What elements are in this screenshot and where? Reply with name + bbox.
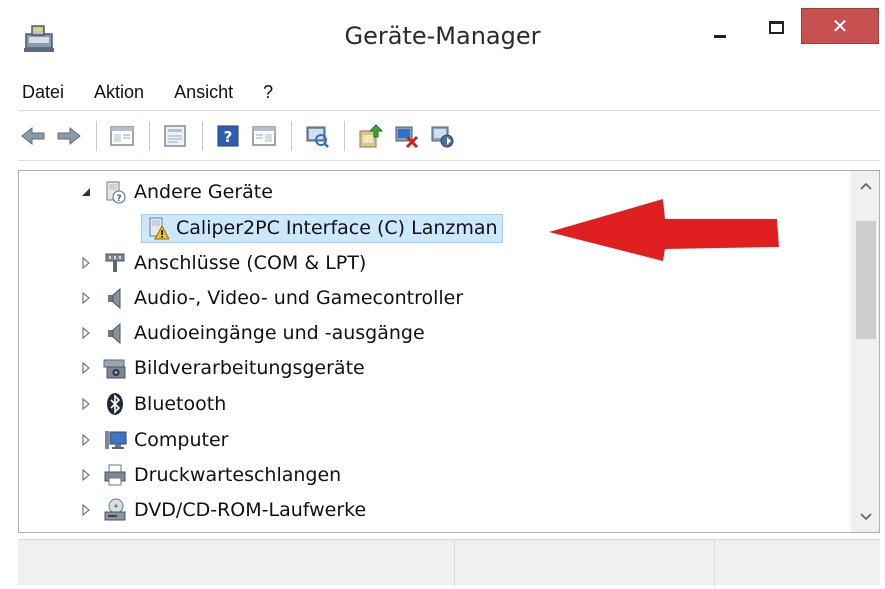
toolbar-separator [291,121,292,151]
dvd-drive-icon [103,498,127,522]
uninstall-device-icon [395,126,419,149]
expand-arrow-icon[interactable] [77,254,95,272]
scroll-thumb[interactable] [856,221,876,339]
tree-node-label: Audioeingänge und -ausgänge [134,322,425,344]
scan-hardware-icon [306,126,329,148]
printer-icon [103,463,127,487]
unknown-device-icon: ? [103,180,127,204]
disable-device-icon [431,126,454,148]
port-icon [103,251,127,275]
tree-node-dvd-cdrom[interactable]: DVD/CD-ROM-Laufwerke [77,493,366,527]
tree-node-andere-geraete[interactable]: ? Andere Geräte [77,175,273,209]
tree-node-label: Computer [134,429,229,451]
tree-node-audio-video-game[interactable]: Audio-, Video- und Gamecontroller [77,281,463,315]
update-driver-button[interactable] [355,121,385,151]
device-manager-window: Geräte-Manager ✕ Datei Aktion Ansicht ? [0,0,885,589]
menu-aktion[interactable]: Aktion [89,82,144,103]
tree-node-label: DVD/CD-ROM-Laufwerke [134,499,367,521]
status-cell [455,540,715,586]
properties-icon [164,125,186,147]
close-button[interactable]: ✕ [801,8,879,44]
svg-text:?: ? [116,194,121,204]
uninstall-device-button[interactable] [391,121,421,151]
tree-node-bildverarbeitung[interactable]: Bildverarbeitungsgeräte [77,351,365,385]
view-button[interactable] [249,121,279,151]
help-icon: ? [217,125,239,147]
tree-node-label: Andere Geräte [134,181,273,203]
tree-node-bluetooth[interactable]: Bluetooth [77,387,226,421]
toolbar-divider [18,160,880,161]
expand-arrow-icon[interactable] [77,395,95,413]
disable-device-button[interactable] [427,121,457,151]
collapse-arrow-icon[interactable] [77,183,95,201]
maximize-button[interactable] [756,8,796,50]
title-bar[interactable]: Geräte-Manager ✕ [0,0,885,76]
tree-node-label: Anschlüsse (COM & LPT) [134,252,367,274]
tree-node-druckwarteschlangen[interactable]: Druckwarteschlangen [77,458,341,492]
tree-node-label: Audio-, Video- und Gamecontroller [134,287,464,309]
status-cell [18,540,455,586]
expand-arrow-icon[interactable] [77,324,95,342]
menu-divider [18,110,880,111]
forward-arrow-icon [57,126,81,146]
menu-datei[interactable]: Datei [18,82,64,103]
close-icon: ✕ [831,14,849,38]
tree-node-label: Bluetooth [134,393,227,415]
back-arrow-icon [21,126,45,146]
tree-node-label: Bildverarbeitungsgeräte [134,357,365,379]
status-cell [715,540,880,586]
chevron-down-icon [860,513,872,521]
toolbar: ? [18,114,880,158]
tree-node-label: Druckwarteschlangen [134,464,342,486]
menu-ansicht[interactable]: Ansicht [169,82,233,103]
toolbar-separator [96,121,97,151]
camera-icon [103,356,127,380]
expand-arrow-icon[interactable] [77,466,95,484]
status-bar [18,539,880,586]
view-icon [252,126,276,146]
toolbar-separator [202,121,203,151]
speaker-icon [103,321,127,345]
toolbar-separator [344,121,345,151]
computer-icon [103,428,127,452]
forward-button[interactable] [54,121,84,151]
tree-node-anschluesse[interactable]: Anschlüsse (COM & LPT) [77,246,366,280]
expand-arrow-icon[interactable] [77,431,95,449]
expand-arrow-icon[interactable] [77,289,95,307]
window-title: Geräte-Manager [344,22,541,50]
tree-node-caliper2pc[interactable]: Caliper2PC Interface (C) Lanzman [141,211,503,245]
vertical-scrollbar[interactable] [851,171,879,532]
minimize-icon [714,34,726,38]
scroll-up-button[interactable] [852,171,879,201]
selection-highlight: Caliper2PC Interface (C) Lanzman [141,213,503,243]
back-button[interactable] [18,121,48,151]
maximize-icon [768,20,784,34]
menu-help[interactable]: ? [258,82,273,103]
scroll-down-button[interactable] [852,502,879,532]
help-button[interactable]: ? [213,121,243,151]
chevron-up-icon [860,182,872,190]
menu-bar: Datei Aktion Ansicht ? [18,76,880,108]
toolbar-separator [149,121,150,151]
update-driver-icon [359,124,383,148]
warning-device-icon [146,216,170,240]
annotation-arrow [549,199,779,261]
expand-arrow-icon[interactable] [77,359,95,377]
tree-node-audio-io[interactable]: Audioeingänge und -ausgänge [77,316,425,350]
properties-button[interactable] [160,121,190,151]
show-hide-tree-button[interactable] [107,121,137,151]
expand-arrow-icon[interactable] [77,501,95,519]
bluetooth-icon [103,392,127,416]
speaker-icon [103,286,127,310]
minimize-button[interactable] [700,8,740,50]
svg-text:?: ? [224,128,233,146]
show-hide-tree-icon [110,126,134,146]
tree-node-label: Caliper2PC Interface (C) Lanzman [176,216,498,239]
tree-node-computer[interactable]: Computer [77,423,228,457]
scan-hardware-button[interactable] [302,121,332,151]
